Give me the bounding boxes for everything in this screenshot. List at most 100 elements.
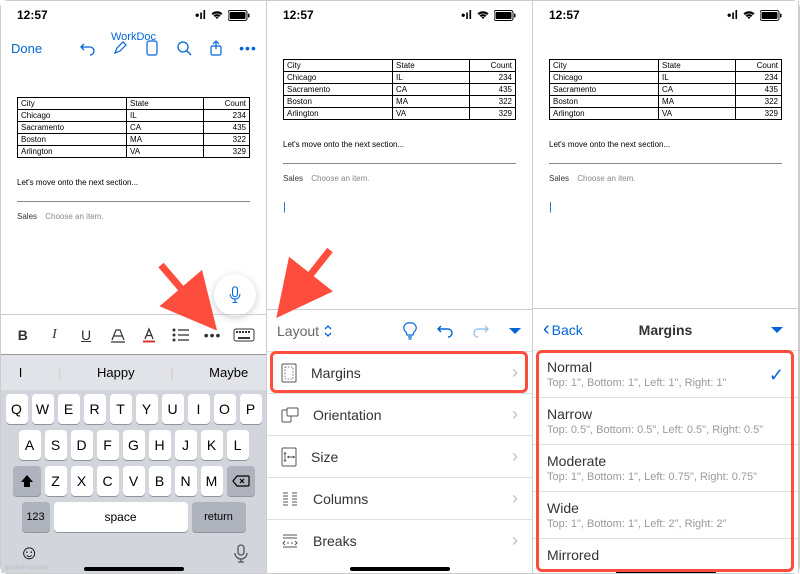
phone-screen-2: 12:57 •ıl City State Count ChicagoIL234 …	[267, 1, 533, 573]
divider	[549, 163, 782, 164]
margin-moderate[interactable]: Moderate Top: 1", Bottom: 1", Left: 0.75…	[533, 444, 798, 491]
margin-narrow[interactable]: Narrow Top: 0.5", Bottom: 0.5", Left: 0.…	[533, 397, 798, 444]
suggestion-2[interactable]: Happy	[87, 365, 145, 380]
share-icon[interactable]	[208, 40, 224, 56]
space-key[interactable]: space	[54, 502, 188, 532]
text-cursor: |	[283, 201, 516, 213]
key-e[interactable]: E	[58, 394, 80, 424]
chevron-right-icon	[512, 362, 518, 383]
bullets-button[interactable]	[169, 323, 193, 347]
status-bar: 12:57 •ıl	[267, 1, 532, 29]
key-f[interactable]: F	[97, 430, 119, 460]
battery-icon	[760, 10, 782, 21]
key-a[interactable]: A	[19, 430, 41, 460]
chevron-right-icon	[512, 446, 518, 467]
key-z[interactable]: Z	[45, 466, 67, 496]
more-format-button[interactable]: •••	[201, 323, 225, 347]
ideas-icon[interactable]	[402, 322, 418, 340]
more-icon[interactable]: •••	[240, 40, 256, 56]
key-j[interactable]: J	[175, 430, 197, 460]
menu-margins[interactable]: Margins	[267, 351, 532, 393]
margins-icon	[281, 363, 297, 383]
key-b[interactable]: B	[149, 466, 171, 496]
data-table[interactable]: City State Count ChicagoIL234 Sacramento…	[283, 59, 516, 120]
data-table[interactable]: City State Count ChicagoIL234 Sacramento…	[17, 97, 250, 158]
key-m[interactable]: M	[201, 466, 223, 496]
key-r[interactable]: R	[84, 394, 106, 424]
phone-screen-1: 12:57 •ıl WorkDoc Done ••• City State	[1, 1, 267, 573]
redo-icon[interactable]	[472, 323, 490, 339]
key-x[interactable]: X	[71, 466, 93, 496]
phone-screen-3: 12:57 •ıl City State Count ChicagoIL234 …	[533, 1, 799, 573]
key-w[interactable]: W	[32, 394, 54, 424]
highlight-text-button[interactable]	[106, 323, 130, 347]
underline-button[interactable]: U	[74, 323, 98, 347]
search-icon[interactable]	[176, 40, 192, 56]
highlight-icon[interactable]	[112, 40, 128, 56]
status-bar: 12:57 •ıl	[1, 1, 266, 29]
italic-button[interactable]: I	[42, 323, 66, 347]
done-button[interactable]: Done	[11, 41, 42, 56]
key-d[interactable]: D	[71, 430, 93, 460]
key-s[interactable]: S	[45, 430, 67, 460]
time: 12:57	[283, 8, 314, 22]
device-icon[interactable]	[144, 40, 160, 56]
wifi-icon	[476, 10, 490, 20]
key-o[interactable]: O	[214, 394, 236, 424]
dictation-mic[interactable]	[214, 274, 256, 316]
layout-dropdown[interactable]: Layout	[277, 323, 333, 339]
menu-columns[interactable]: Columns	[267, 477, 532, 519]
return-key[interactable]: return	[192, 502, 246, 532]
mic-key[interactable]	[234, 544, 248, 564]
key-u[interactable]: U	[162, 394, 184, 424]
menu-size[interactable]: Size	[267, 435, 532, 477]
keyboard-toggle-button[interactable]	[232, 323, 256, 347]
margin-mirrored[interactable]: Mirrored	[533, 538, 798, 573]
menu-orientation[interactable]: Orientation	[267, 393, 532, 435]
backspace-key[interactable]	[227, 466, 255, 496]
key-h[interactable]: H	[149, 430, 171, 460]
suggestion-3[interactable]: Maybe	[199, 365, 258, 380]
key-l[interactable]: L	[227, 430, 249, 460]
margin-wide[interactable]: Wide Top: 1", Bottom: 1", Left: 2", Righ…	[533, 491, 798, 538]
suggestion-1[interactable]: I	[9, 365, 33, 380]
collapse-icon[interactable]	[508, 326, 522, 336]
size-icon	[281, 447, 297, 467]
home-indicator	[350, 567, 450, 571]
signal-icon: •ıl	[195, 8, 206, 22]
key-t[interactable]: T	[110, 394, 132, 424]
emoji-key[interactable]: ☺	[19, 542, 39, 565]
choose-item[interactable]: Choose an item.	[577, 174, 635, 183]
chevron-left-icon: ‹	[543, 318, 550, 341]
numbers-key[interactable]: 123	[22, 502, 50, 532]
key-g[interactable]: G	[123, 430, 145, 460]
key-p[interactable]: P	[240, 394, 262, 424]
margin-normal[interactable]: Normal Top: 1", Bottom: 1", Left: 1", Ri…	[533, 350, 798, 397]
divider	[17, 201, 250, 202]
layout-menu: Margins Orientation Size	[267, 351, 532, 561]
choose-item[interactable]: Choose an item.	[311, 174, 369, 183]
collapse-icon[interactable]	[770, 325, 784, 335]
text-cursor: |	[549, 201, 782, 213]
key-v[interactable]: V	[123, 466, 145, 496]
shift-key[interactable]	[13, 466, 41, 496]
data-table[interactable]: City State Count ChicagoIL234 Sacramento…	[549, 59, 782, 120]
key-k[interactable]: K	[201, 430, 223, 460]
watermark: groovyPost.com	[5, 565, 48, 571]
key-c[interactable]: C	[97, 466, 119, 496]
menu-breaks[interactable]: Breaks	[267, 519, 532, 561]
key-n[interactable]: N	[175, 466, 197, 496]
font-color-button[interactable]	[137, 323, 161, 347]
choose-item[interactable]: Choose an item.	[45, 212, 103, 221]
bold-button[interactable]: B	[11, 323, 35, 347]
undo-icon[interactable]	[436, 323, 454, 339]
key-y[interactable]: Y	[136, 394, 158, 424]
undo-icon[interactable]	[80, 40, 96, 56]
status-bar: 12:57 •ıl	[533, 1, 798, 29]
next-section-text: Let's move onto the next section...	[549, 140, 782, 149]
key-q[interactable]: Q	[6, 394, 28, 424]
signal-icon: •ıl	[727, 8, 738, 22]
orientation-icon	[281, 407, 299, 423]
key-i[interactable]: I	[188, 394, 210, 424]
back-button[interactable]: ‹ Back	[543, 318, 583, 341]
